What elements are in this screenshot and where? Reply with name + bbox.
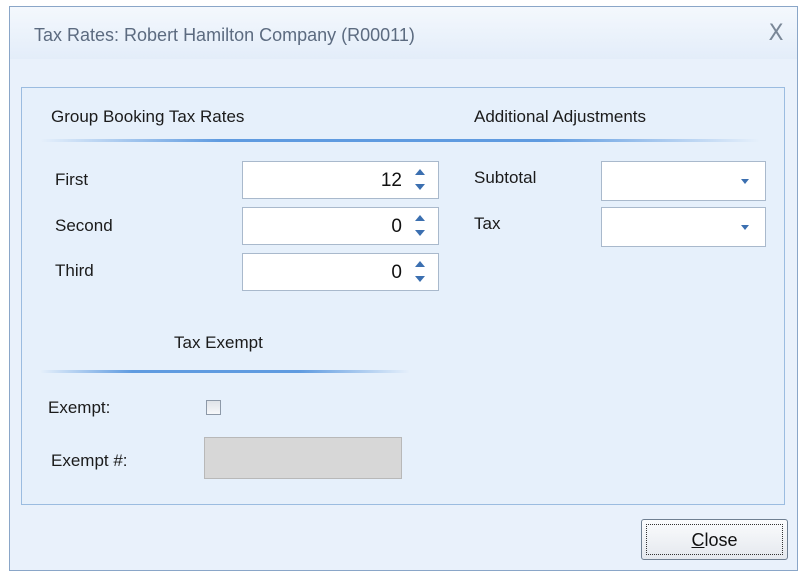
chevron-down-icon[interactable]	[741, 225, 749, 230]
subtotal-label: Subtotal	[474, 168, 537, 187]
title-bar[interactable]: Tax Rates: Robert Hamilton Company (R000…	[10, 7, 797, 59]
subtotal-dropdown[interactable]	[601, 161, 766, 201]
third-rate-spinner[interactable]: 0	[242, 253, 439, 291]
third-rate-value[interactable]: 0	[391, 262, 402, 284]
second-rate-spin-buttons[interactable]	[412, 212, 428, 240]
close-button-focus-rect[interactable]: Close	[646, 524, 783, 555]
first-rate-label: First	[55, 170, 89, 189]
second-rate-value[interactable]: 0	[391, 216, 402, 238]
content-panel	[21, 87, 785, 505]
first-rate-value[interactable]: 12	[381, 170, 402, 192]
third-rate-spin-buttons[interactable]	[412, 258, 428, 286]
tax-label: Tax	[474, 214, 501, 233]
chevron-down-icon[interactable]	[741, 179, 749, 184]
exempt-number-label: Exempt #:	[51, 451, 128, 470]
exempt-checkbox[interactable]	[206, 400, 221, 415]
spin-down-icon[interactable]	[415, 184, 425, 190]
close-button-mnemonic[interactable]: C	[691, 530, 704, 550]
first-rate-spin-buttons[interactable]	[412, 166, 428, 194]
additional-adjustments-heading: Additional Adjustments	[474, 107, 646, 126]
third-rate-label: Third	[55, 261, 94, 280]
close-button[interactable]: Close	[641, 519, 788, 560]
second-rate-label: Second	[55, 216, 113, 235]
second-rate-spinner[interactable]: 0	[242, 207, 439, 245]
dialog-title: Tax Rates: Robert Hamilton Company (R000…	[34, 25, 415, 45]
spin-up-icon[interactable]	[415, 215, 425, 221]
section-separator-top	[40, 139, 760, 142]
tax-dropdown[interactable]	[601, 207, 766, 247]
spin-down-icon[interactable]	[415, 230, 425, 236]
tax-exempt-heading: Tax Exempt	[174, 333, 263, 352]
close-icon[interactable]: X	[763, 21, 789, 47]
spin-up-icon[interactable]	[415, 261, 425, 267]
exempt-number-field[interactable]	[204, 437, 402, 479]
exempt-label: Exempt:	[48, 398, 111, 417]
section-separator-exempt	[40, 370, 410, 373]
spin-up-icon[interactable]	[415, 169, 425, 175]
spin-down-icon[interactable]	[415, 276, 425, 282]
close-button-label[interactable]: lose	[704, 530, 737, 550]
first-rate-spinner[interactable]: 12	[242, 161, 439, 199]
group-booking-heading: Group Booking Tax Rates	[51, 107, 245, 126]
